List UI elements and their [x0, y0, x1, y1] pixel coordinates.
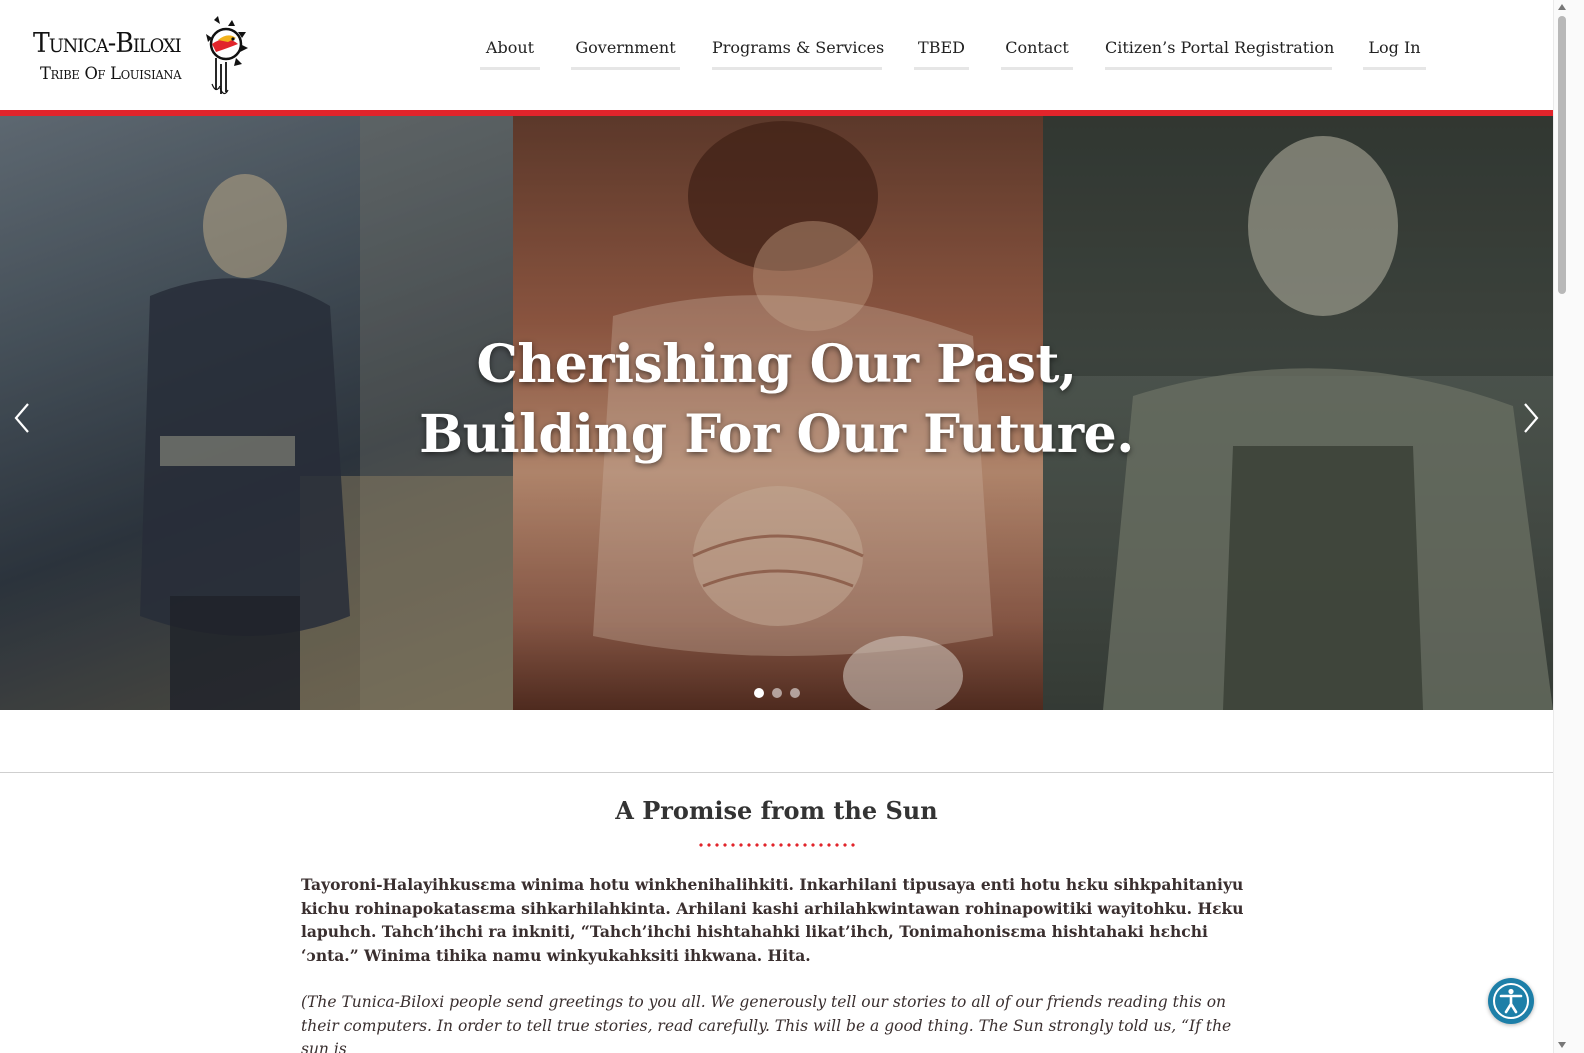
carousel-pagination — [752, 688, 812, 702]
title-dotted-underline — [697, 842, 857, 848]
accessibility-button[interactable] — [1488, 978, 1534, 1024]
logo-subtitle: Tribe Of Louisiana — [40, 64, 182, 84]
nav-item-citizens-portal-registration[interactable]: Citizen’s Portal Registration — [1105, 36, 1334, 70]
nav-item-programs-services[interactable]: Programs & Services — [712, 36, 884, 70]
carousel-next-button[interactable] — [1515, 398, 1545, 438]
chevron-right-icon — [1524, 403, 1539, 433]
carousel-dot-2[interactable] — [772, 688, 782, 698]
nav-item-about[interactable]: About — [480, 36, 540, 70]
section-divider — [0, 772, 1553, 773]
site-header: Tunica-Biloxi Tribe Of Louisiana About G… — [0, 0, 1553, 110]
scroll-down-arrow-icon[interactable] — [1557, 1040, 1567, 1050]
hero-headline-line1: Cherishing Our Past, — [476, 334, 1077, 395]
sun-bird-emblem-icon — [206, 16, 248, 95]
scrollbar-thumb[interactable] — [1558, 16, 1566, 294]
hero-headline-line2: Building For Our Future. — [419, 404, 1134, 465]
logo-title: Tunica-Biloxi — [33, 28, 182, 59]
hero-headline: Cherishing Our Past, Building For Our Fu… — [0, 330, 1553, 470]
accessibility-icon — [1493, 983, 1529, 1019]
section-title: A Promise from the Sun — [615, 796, 938, 825]
carousel-dot-1[interactable] — [754, 688, 764, 698]
chevron-left-icon — [14, 403, 29, 433]
carousel-dot-3[interactable] — [790, 688, 800, 698]
hero-carousel[interactable]: Cherishing Our Past, Building For Our Fu… — [0, 116, 1553, 710]
english-translation-paragraph: (The Tunica-Biloxi people send greetings… — [301, 993, 1232, 1053]
tribe-logo[interactable]: Tunica-Biloxi Tribe Of Louisiana — [30, 14, 254, 98]
nav-item-contact[interactable]: Contact — [1001, 36, 1073, 70]
nav-item-log-in[interactable]: Log In — [1363, 36, 1426, 70]
nav-item-government[interactable]: Government — [571, 36, 680, 70]
scroll-up-arrow-icon[interactable] — [1557, 2, 1567, 12]
nav-item-tbed[interactable]: TBED — [914, 36, 969, 70]
carousel-prev-button[interactable] — [8, 398, 38, 438]
tunica-language-paragraph: Tayoroni-Halayihkusɛma winima hotu winkh… — [301, 875, 1244, 965]
page-scrollbar[interactable] — [1553, 0, 1584, 1053]
